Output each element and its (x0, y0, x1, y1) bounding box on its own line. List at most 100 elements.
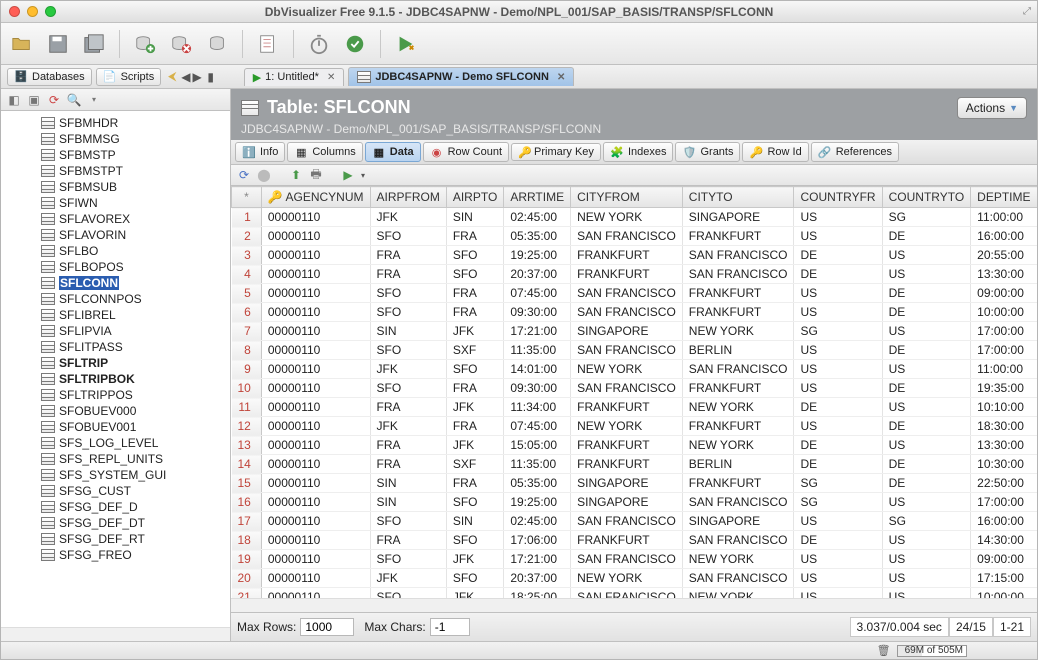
cell[interactable]: FRA (370, 455, 446, 474)
cell[interactable]: US (794, 588, 882, 599)
cell[interactable]: US (882, 246, 971, 265)
tree-item[interactable]: SFSG_DEF_DT (1, 515, 230, 531)
tree-item[interactable]: SFS_SYSTEM_GUI (1, 467, 230, 483)
cell[interactable]: FRA (370, 398, 446, 417)
cell[interactable]: US (794, 341, 882, 360)
cell[interactable]: 10:00:00 (971, 303, 1037, 322)
cell[interactable]: SG (794, 474, 882, 493)
table-row[interactable]: 100000110JFKSIN02:45:00NEW YORKSINGAPORE… (232, 208, 1038, 227)
cell[interactable]: SG (882, 512, 971, 531)
cell[interactable]: SINGAPORE (571, 474, 683, 493)
row-number[interactable]: 18 (232, 531, 262, 550)
cell[interactable]: DE (882, 474, 971, 493)
cell[interactable]: FRANKFURT (571, 436, 683, 455)
cell[interactable]: 00000110 (261, 436, 370, 455)
column-header[interactable]: AIRPFROM (370, 187, 446, 208)
row-number[interactable]: 21 (232, 588, 262, 599)
cell[interactable]: 19:25:00 (504, 246, 571, 265)
tree-item[interactable]: SFLTRIPBOK (1, 371, 230, 387)
tab-rowid[interactable]: 🔑Row Id (742, 142, 808, 162)
cell[interactable]: US (794, 360, 882, 379)
tree-item[interactable]: SFIWN (1, 195, 230, 211)
table-row[interactable]: 300000110FRASFO19:25:00FRANKFURTSAN FRAN… (232, 246, 1038, 265)
cell[interactable]: FRA (370, 436, 446, 455)
cell[interactable]: SAN FRANCISCO (571, 550, 683, 569)
cell[interactable]: SG (794, 322, 882, 341)
maxchars-input[interactable] (430, 618, 470, 636)
cell[interactable]: JFK (446, 398, 503, 417)
editor-tab-untitled[interactable]: ▶ 1: Untitled* ✕ (244, 68, 345, 86)
cell[interactable]: DE (882, 284, 971, 303)
tree-item[interactable]: SFLCONNPOS (1, 291, 230, 307)
cell[interactable]: FRA (370, 531, 446, 550)
cell[interactable]: 00000110 (261, 531, 370, 550)
cell[interactable]: SINGAPORE (682, 512, 794, 531)
column-header[interactable]: CITYTO (682, 187, 794, 208)
filter-run-icon[interactable]: ▶ (341, 168, 355, 182)
cell[interactable]: 00000110 (261, 322, 370, 341)
cell[interactable]: 05:35:00 (504, 227, 571, 246)
column-header[interactable]: DEPTIME (971, 187, 1037, 208)
cell[interactable]: 02:45:00 (504, 512, 571, 531)
cell[interactable]: BERLIN (682, 455, 794, 474)
cell[interactable]: US (794, 379, 882, 398)
cell[interactable]: SAN FRANCISCO (571, 512, 683, 531)
cell[interactable]: FRANKFURT (682, 303, 794, 322)
cell[interactable]: 09:30:00 (504, 303, 571, 322)
cell[interactable]: 09:00:00 (971, 284, 1037, 303)
actions-button[interactable]: Actions ▼ (957, 97, 1027, 119)
tree-item[interactable]: SFOBUEV001 (1, 419, 230, 435)
table-row[interactable]: 900000110JFKSFO14:01:00NEW YORKSAN FRANC… (232, 360, 1038, 379)
reload-icon[interactable]: ⟳ (237, 168, 251, 182)
cell[interactable]: FRA (446, 379, 503, 398)
cell[interactable]: SAN FRANCISCO (571, 588, 683, 599)
cell[interactable]: JFK (370, 360, 446, 379)
cell[interactable]: SFO (370, 227, 446, 246)
save-icon[interactable] (45, 31, 71, 57)
table-row[interactable]: 1700000110SFOSIN02:45:00SAN FRANCISCOSIN… (232, 512, 1038, 531)
cell[interactable]: DE (794, 455, 882, 474)
table-row[interactable]: 500000110SFOFRA07:45:00SAN FRANCISCOFRAN… (232, 284, 1038, 303)
cell[interactable]: SXF (446, 455, 503, 474)
close-icon[interactable]: ✕ (557, 72, 565, 83)
cell[interactable]: US (794, 512, 882, 531)
tree-item[interactable]: SFSG_FREO (1, 547, 230, 563)
cell[interactable]: 17:00:00 (971, 493, 1037, 512)
cell[interactable]: 17:21:00 (504, 322, 571, 341)
tab-indexes[interactable]: 🧩Indexes (603, 142, 674, 162)
table-row[interactable]: 1900000110SFOJFK17:21:00SAN FRANCISCONEW… (232, 550, 1038, 569)
cell[interactable]: SINGAPORE (571, 322, 683, 341)
cell[interactable]: DE (794, 246, 882, 265)
cell[interactable]: NEW YORK (571, 417, 683, 436)
cell[interactable]: SAN FRANCISCO (571, 303, 683, 322)
row-number[interactable]: 1 (232, 208, 262, 227)
cell[interactable]: US (794, 417, 882, 436)
cell[interactable]: US (882, 569, 971, 588)
trash-icon[interactable]: 🗑 (877, 644, 891, 657)
cell[interactable]: JFK (446, 436, 503, 455)
cell[interactable]: SINGAPORE (682, 208, 794, 227)
column-header[interactable]: AIRPTO (446, 187, 503, 208)
cell[interactable]: 02:45:00 (504, 208, 571, 227)
cell[interactable]: SFO (370, 303, 446, 322)
cell[interactable]: 19:35:00 (971, 379, 1037, 398)
column-header[interactable]: CITYFROM (571, 187, 683, 208)
cell[interactable]: JFK (370, 417, 446, 436)
tab-references[interactable]: 🔗References (811, 142, 899, 162)
cell[interactable]: 13:30:00 (971, 265, 1037, 284)
table-row[interactable]: 1300000110FRAJFK15:05:00FRANKFURTNEW YOR… (232, 436, 1038, 455)
editor-tab-sflconn[interactable]: JDBC4SAPNW - Demo SFLCONN ✕ (348, 67, 574, 86)
cell[interactable]: 00000110 (261, 284, 370, 303)
cell[interactable]: 00000110 (261, 550, 370, 569)
cell[interactable]: US (794, 303, 882, 322)
table-row[interactable]: 800000110SFOSXF11:35:00SAN FRANCISCOBERL… (232, 341, 1038, 360)
refresh-red-icon[interactable]: ⟳ (47, 93, 61, 107)
cell[interactable]: FRA (446, 303, 503, 322)
cell[interactable]: US (882, 588, 971, 599)
cell[interactable]: US (882, 436, 971, 455)
cell[interactable]: DE (882, 379, 971, 398)
cell[interactable]: DE (794, 398, 882, 417)
bookmark-icon[interactable]: ▮ (204, 70, 218, 84)
cell[interactable]: FRANKFURT (571, 531, 683, 550)
table-row[interactable]: 1200000110JFKFRA07:45:00NEW YORKFRANKFUR… (232, 417, 1038, 436)
